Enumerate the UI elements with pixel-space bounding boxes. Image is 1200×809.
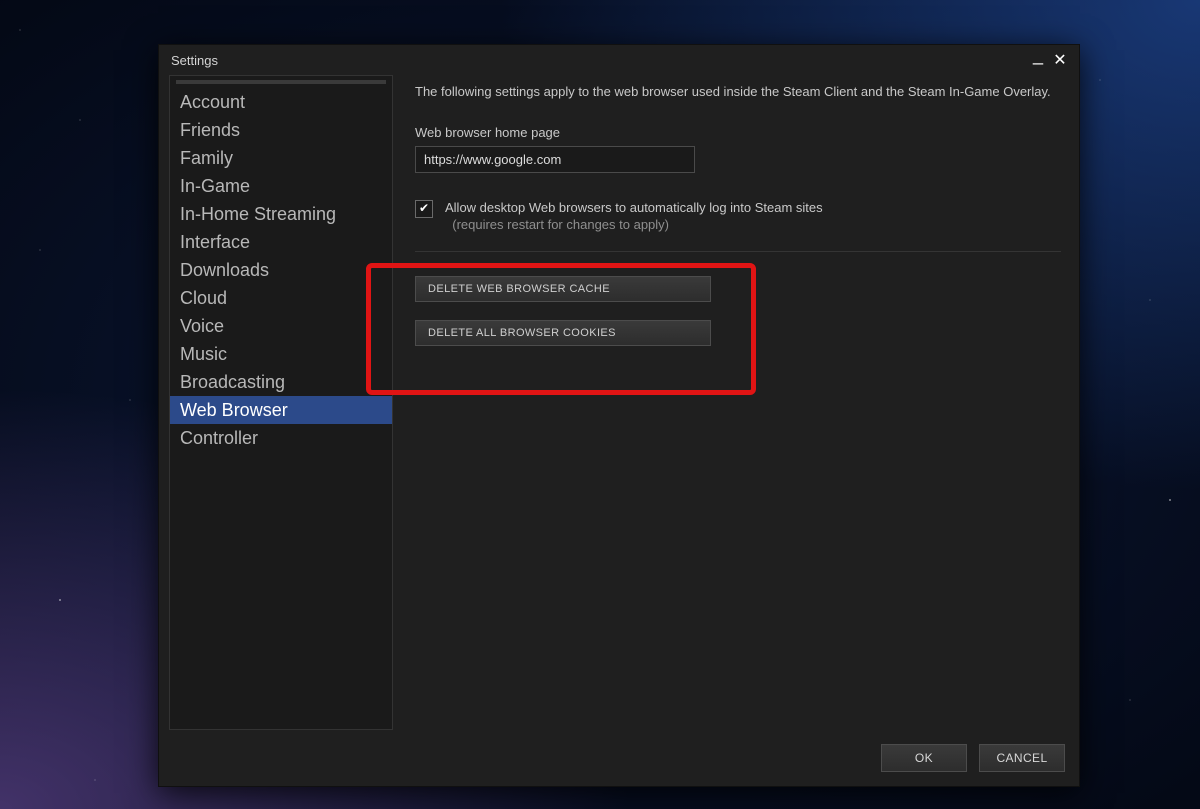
sidebar-item-downloads[interactable]: Downloads bbox=[170, 256, 392, 284]
delete-cache-button[interactable]: DELETE WEB BROWSER CACHE bbox=[415, 276, 711, 302]
settings-window: Settings _ ✕ AccountFriendsFamilyIn-Game… bbox=[158, 44, 1080, 787]
divider bbox=[415, 251, 1061, 252]
sidebar-item-in-game[interactable]: In-Game bbox=[170, 172, 392, 200]
ok-button[interactable]: OK bbox=[881, 744, 967, 772]
sidebar-item-account[interactable]: Account bbox=[170, 88, 392, 116]
sidebar-item-controller[interactable]: Controller bbox=[170, 424, 392, 452]
delete-cookies-button[interactable]: DELETE ALL BROWSER COOKIES bbox=[415, 320, 711, 346]
sidebar-item-family[interactable]: Family bbox=[170, 144, 392, 172]
dialog-footer: OK CANCEL bbox=[159, 730, 1079, 786]
sidebar-item-broadcasting[interactable]: Broadcasting bbox=[170, 368, 392, 396]
sidebar-accent bbox=[176, 80, 386, 84]
settings-content-web-browser: The following settings apply to the web … bbox=[393, 75, 1069, 730]
cancel-button[interactable]: CANCEL bbox=[979, 744, 1065, 772]
homepage-label: Web browser home page bbox=[415, 125, 1065, 140]
auto-login-label-text: Allow desktop Web browsers to automatica… bbox=[445, 200, 823, 215]
window-title: Settings bbox=[171, 53, 218, 68]
sidebar-item-music[interactable]: Music bbox=[170, 340, 392, 368]
titlebar[interactable]: Settings _ ✕ bbox=[159, 45, 1079, 75]
minimize-icon[interactable]: _ bbox=[1027, 45, 1049, 76]
sidebar-item-interface[interactable]: Interface bbox=[170, 228, 392, 256]
close-icon[interactable]: ✕ bbox=[1049, 49, 1071, 71]
sidebar-item-web-browser[interactable]: Web Browser bbox=[170, 396, 392, 424]
auto-login-checkbox[interactable]: ✔ bbox=[415, 200, 433, 218]
settings-sidebar: AccountFriendsFamilyIn-GameIn-Home Strea… bbox=[169, 75, 393, 730]
homepage-input[interactable] bbox=[415, 146, 695, 173]
sidebar-item-in-home-streaming[interactable]: In-Home Streaming bbox=[170, 200, 392, 228]
sidebar-item-voice[interactable]: Voice bbox=[170, 312, 392, 340]
auto-login-note: (requires restart for changes to apply) bbox=[452, 217, 669, 232]
sidebar-item-friends[interactable]: Friends bbox=[170, 116, 392, 144]
auto-login-label: Allow desktop Web browsers to automatica… bbox=[445, 199, 823, 233]
sidebar-item-cloud[interactable]: Cloud bbox=[170, 284, 392, 312]
panel-description: The following settings apply to the web … bbox=[415, 83, 1065, 101]
